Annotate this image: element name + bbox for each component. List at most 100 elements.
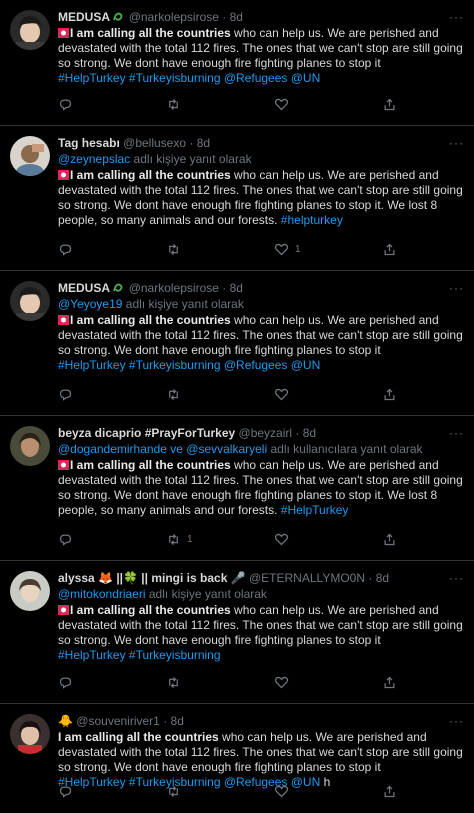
tweet-text: I am calling all the countries who can h…: [58, 168, 464, 228]
tweet[interactable]: ··· Tag hesabı @bellusexo · 8d @zeynepsl…: [0, 126, 474, 271]
reply-mention[interactable]: @zeynepslac: [58, 152, 130, 166]
retweet-button[interactable]: [166, 783, 187, 799]
handle[interactable]: @ETERNALLYMO0N: [249, 571, 365, 585]
tweet-text: I am calling all the countries who can h…: [58, 26, 464, 86]
logo-icon: [113, 281, 125, 295]
retweet-button[interactable]: [166, 386, 187, 402]
avatar[interactable]: [10, 281, 50, 321]
like-button[interactable]: [274, 386, 295, 402]
share-button[interactable]: [382, 531, 397, 547]
heart-icon: [274, 388, 289, 400]
tweet-text: I am calling all the countries who can h…: [58, 458, 464, 518]
share-button[interactable]: [382, 96, 397, 112]
reply-button[interactable]: [58, 531, 73, 547]
separator-dot: ·: [189, 136, 194, 150]
handle[interactable]: @beyzairl: [239, 426, 293, 440]
retweet-button[interactable]: [166, 674, 187, 690]
share-button[interactable]: [382, 674, 397, 690]
reply-icon: [59, 244, 72, 256]
separator-dot: ·: [222, 10, 227, 24]
hashtag-links[interactable]: #HelpTurkey #Turkeyisburning: [58, 648, 221, 662]
action-bar: [58, 96, 418, 112]
bold-text: I am calling all the countries: [70, 168, 231, 182]
tweet-header: 🐥 @souveniriver1 · 8d: [58, 713, 464, 729]
reply-button[interactable]: [58, 96, 73, 112]
heart-icon: [274, 98, 289, 110]
like-count: 1: [295, 243, 301, 255]
retweet-button[interactable]: [166, 241, 187, 257]
retweet-button[interactable]: [166, 96, 187, 112]
share-icon: [384, 98, 395, 110]
tweet-header: beyza dicaprio #PrayForTurkey @beyzairl …: [58, 425, 464, 441]
heart-icon: [274, 785, 289, 797]
reply-icon: [59, 677, 72, 689]
like-button[interactable]: [274, 674, 295, 690]
tweet[interactable]: ··· MEDUSA @narkolepsirose · 8d @Yeyoye1…: [0, 271, 474, 416]
reply-suffix: adlı kişiye yanıt olarak: [130, 152, 252, 166]
retweet-icon: [169, 785, 178, 797]
timestamp[interactable]: 8d: [230, 10, 243, 24]
separator-dot: ·: [368, 571, 373, 585]
tweet[interactable]: ··· beyza dicaprio #PrayForTurkey @beyza…: [0, 416, 474, 561]
retweet-icon: [169, 533, 178, 545]
display-name[interactable]: MEDUSA: [58, 281, 110, 295]
like-button[interactable]: [274, 531, 295, 547]
reply-button[interactable]: [58, 386, 73, 402]
reply-mention[interactable]: @mitokondriaeri: [58, 587, 146, 601]
display-name[interactable]: MEDUSA: [58, 10, 110, 24]
handle[interactable]: @narkolepsirose: [129, 281, 219, 295]
reply-button[interactable]: [58, 674, 73, 690]
like-button[interactable]: [274, 96, 295, 112]
siren-icon: [58, 459, 69, 470]
share-icon: [384, 676, 395, 688]
tweet-header: MEDUSA @narkolepsirose · 8d: [58, 9, 464, 25]
like-button[interactable]: 1: [274, 241, 301, 257]
action-bar: 1: [58, 241, 418, 257]
reply-suffix: adlı kişiye yanıt olarak: [122, 297, 244, 311]
separator-dot: ·: [163, 714, 168, 728]
separator-dot: ·: [295, 426, 300, 440]
avatar[interactable]: [10, 426, 50, 466]
share-button[interactable]: [382, 386, 397, 402]
handle[interactable]: @souveniriver1: [76, 714, 160, 728]
display-name[interactable]: Tag hesabı: [58, 136, 120, 150]
share-button[interactable]: [382, 241, 397, 257]
reply-button[interactable]: [58, 783, 73, 799]
share-icon: [384, 243, 395, 255]
siren-icon: [58, 604, 69, 615]
tweet-header: Tag hesabı @bellusexo · 8d: [58, 135, 464, 151]
tweet[interactable]: ··· 🐥 @souveniriver1 · 8d I am calling a…: [0, 704, 474, 813]
action-bar: [58, 386, 418, 402]
retweet-button[interactable]: 1: [166, 531, 193, 547]
share-button[interactable]: [382, 783, 397, 799]
heart-icon: [274, 243, 289, 255]
tweet-header: MEDUSA @narkolepsirose · 8d: [58, 280, 464, 296]
reply-mention[interactable]: @Yeyoye19: [58, 297, 122, 311]
timestamp[interactable]: 8d: [171, 714, 184, 728]
hashtag-links[interactable]: #HelpTurkey #Turkeyisburning @Refugees @…: [58, 71, 320, 85]
reply-button[interactable]: [58, 241, 73, 257]
handle[interactable]: @bellusexo: [123, 136, 186, 150]
like-button[interactable]: [274, 783, 295, 799]
timestamp[interactable]: 8d: [197, 136, 210, 150]
display-name[interactable]: beyza dicaprio #PrayForTurkey: [58, 426, 235, 440]
hashtag-links[interactable]: #HelpTurkey #Turkeyisburning @Refugees @…: [58, 358, 320, 372]
avatar[interactable]: [10, 136, 50, 176]
display-name[interactable]: 🐥: [58, 714, 73, 728]
reply-mention[interactable]: @dogandemirhande ve @sevvalkaryeli: [58, 442, 267, 456]
hashtag-links[interactable]: #HelpTurkey: [281, 503, 349, 517]
replying-to: @dogandemirhande ve @sevvalkaryeli adlı …: [58, 442, 464, 457]
timestamp[interactable]: 8d: [230, 281, 243, 295]
avatar[interactable]: [10, 10, 50, 50]
hashtag-links[interactable]: #helpturkey: [281, 213, 343, 227]
tweet[interactable]: ··· alyssa 🦊 ||🍀 || mingi is back 🎤 @ETE…: [0, 561, 474, 704]
handle[interactable]: @narkolepsirose: [129, 10, 219, 24]
timestamp[interactable]: 8d: [376, 571, 389, 585]
bold-text: I am calling all the countries: [70, 603, 231, 617]
display-name[interactable]: alyssa 🦊 ||🍀 || mingi is back 🎤: [58, 571, 246, 585]
avatar[interactable]: [10, 714, 50, 754]
retweet-count: 1: [187, 533, 193, 545]
tweet[interactable]: ··· MEDUSA @narkolepsirose · 8d I am cal…: [0, 0, 474, 126]
avatar[interactable]: [10, 571, 50, 611]
timestamp[interactable]: 8d: [303, 426, 316, 440]
